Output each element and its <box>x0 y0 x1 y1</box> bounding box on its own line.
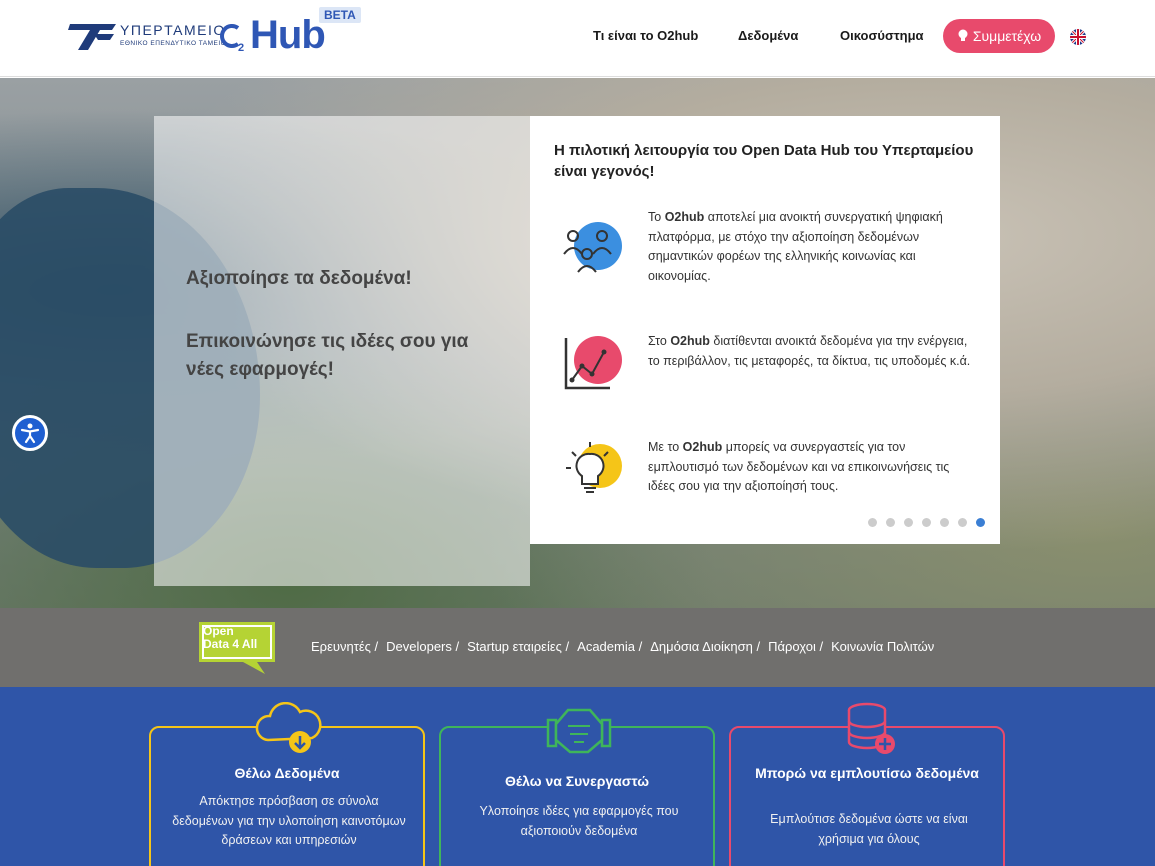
database-add-icon <box>847 702 895 754</box>
nav-what-is-o2hub[interactable]: Τι είναι το O2hub <box>593 28 698 43</box>
carousel-dot[interactable] <box>958 518 967 527</box>
feature-2-lead: Στο <box>648 334 671 348</box>
cloud-download-icon <box>255 702 322 753</box>
feature-text-1: Το O2hub αποτελεί μια ανοικτή συνεργατικ… <box>648 208 978 286</box>
audience-list: Ερευνητές / Developers / Startup εταιρεί… <box>311 639 942 654</box>
ministry-subtitle: ΕΘΝΙΚΟ ΕΠΕΝΔΥΤΙΚΟ ΤΑΜΕΙΟ <box>120 40 227 47</box>
handshake-icon <box>546 708 612 754</box>
o2hub-subscript: 2 <box>238 42 245 54</box>
audience-item: Startup εταιρείες / <box>467 639 570 654</box>
badge-line-2: Data 4 All <box>203 637 258 651</box>
accessibility-icon <box>20 423 40 444</box>
cta-desc-collaborate: Υλοποίησε ιδέες για εφαρμογές που αξιοπο… <box>479 804 679 838</box>
cta-title-enrich-data: Μπορώ να εμπλουτίσω δεδομένα <box>755 765 979 781</box>
feature-1-lead: Το <box>648 210 665 224</box>
carousel-dot[interactable] <box>976 518 985 527</box>
audience-item: Academia / <box>577 639 643 654</box>
feature-3-lead: Με το <box>648 440 683 454</box>
cta-card-enrich-data[interactable]: Μπορώ να εμπλουτίσω δεδομένα Εμπλούτισε … <box>729 702 1005 866</box>
feature-2-brand: O2hub <box>670 334 710 348</box>
carousel-dot[interactable] <box>886 518 895 527</box>
feature-3-brand: O2hub <box>682 440 723 454</box>
cta-desc-want-data: Απόκτησε πρόσβαση σε σύνολα δεδομένων γι… <box>172 794 406 847</box>
audience-item: Developers / <box>386 639 460 654</box>
carousel-dot[interactable] <box>868 518 877 527</box>
site-header: ΥΠΕΡΤΑΜΕΙΟ ΕΘΝΙΚΟ ΕΠΕΝΔΥΤΙΚΟ ΤΑΜΕΙΟ 2 Hu… <box>0 0 1155 77</box>
carousel-pagination <box>868 518 985 527</box>
ministry-logo[interactable]: ΥΠΕΡΤΑΜΕΙΟ ΕΘΝΙΚΟ ΕΠΕΝΔΥΤΙΚΟ ΤΑΜΕΙΟ <box>120 22 226 47</box>
beta-badge: BETA <box>319 7 361 23</box>
nav-data[interactable]: Δεδομένα <box>738 28 798 43</box>
accessibility-button[interactable] <box>12 415 48 451</box>
cta-card-collaborate[interactable]: Θέλω να Συνεργαστώ Υλοποίησε ιδέες για ε… <box>439 708 715 866</box>
audience-bar: Open Data 4 All Ερευνητές / Developers /… <box>0 608 1155 687</box>
hero-subheadline: Επικοινώνησε τις ιδέες σου για νέες εφαρ… <box>186 331 469 380</box>
hero-section: Αξιοποίησε τα δεδομένα! Επικοινώνησε τις… <box>0 78 1155 608</box>
hellenic-fund-logo-icon[interactable] <box>68 22 118 52</box>
join-button[interactable]: Συμμετέχω <box>943 19 1055 53</box>
join-button-label: Συμμετέχω <box>972 28 1042 44</box>
chart-icon <box>564 336 622 390</box>
audience-item: Πάροχοι / <box>768 639 824 654</box>
cta-title-want-data: Θέλω Δεδομένα <box>234 765 340 781</box>
feature-text-2: Στο O2hub διατίθενται ανοικτά δεδομένα γ… <box>648 332 978 371</box>
lightbulb-icon <box>958 29 968 41</box>
lightbulb-feature-icon <box>566 442 622 493</box>
cta-card-want-data[interactable]: Θέλω Δεδομένα Απόκτησε πρόσβαση σε σύνολ… <box>149 702 425 866</box>
feature-text-3: Με το O2hub μπορείς να συνεργαστείς για … <box>648 438 978 497</box>
carousel-dot[interactable] <box>922 518 931 527</box>
audience-item: Ερευνητές / <box>311 639 379 654</box>
carousel-dot[interactable] <box>904 518 913 527</box>
carousel-dot[interactable] <box>940 518 949 527</box>
ministry-name: ΥΠΕΡΤΑΜΕΙΟ <box>120 22 226 38</box>
open-data-badge-text: Open Data 4 All <box>203 625 257 651</box>
audience-item: Κοινωνία Πολιτών <box>831 639 935 654</box>
cta-desc-enrich-data: Εμπλούτισε δεδομένα ώστε να είναι χρήσιμ… <box>770 812 968 846</box>
info-card-title: Η πιλοτική λειτουργία του Open Data Hub … <box>554 142 974 180</box>
cta-title-collaborate: Θέλω να Συνεργαστώ <box>504 773 650 789</box>
people-icon <box>563 222 622 273</box>
nav-ecosystem[interactable]: Οικοσύστημα <box>840 28 924 43</box>
uk-flag-icon[interactable] <box>1070 29 1086 45</box>
cta-section: Θέλω Δεδομένα Απόκτησε πρόσβαση σε σύνολ… <box>0 687 1155 866</box>
hero-headline: Αξιοποίησε τα δεδομένα! <box>186 268 412 289</box>
info-card: Η πιλοτική λειτουργία του Open Data Hub … <box>530 116 1000 544</box>
o2hub-wordmark: Hub <box>250 13 326 57</box>
feature-1-brand: O2hub <box>664 210 705 224</box>
audience-item: Δημόσια Διοίκηση / <box>650 639 761 654</box>
